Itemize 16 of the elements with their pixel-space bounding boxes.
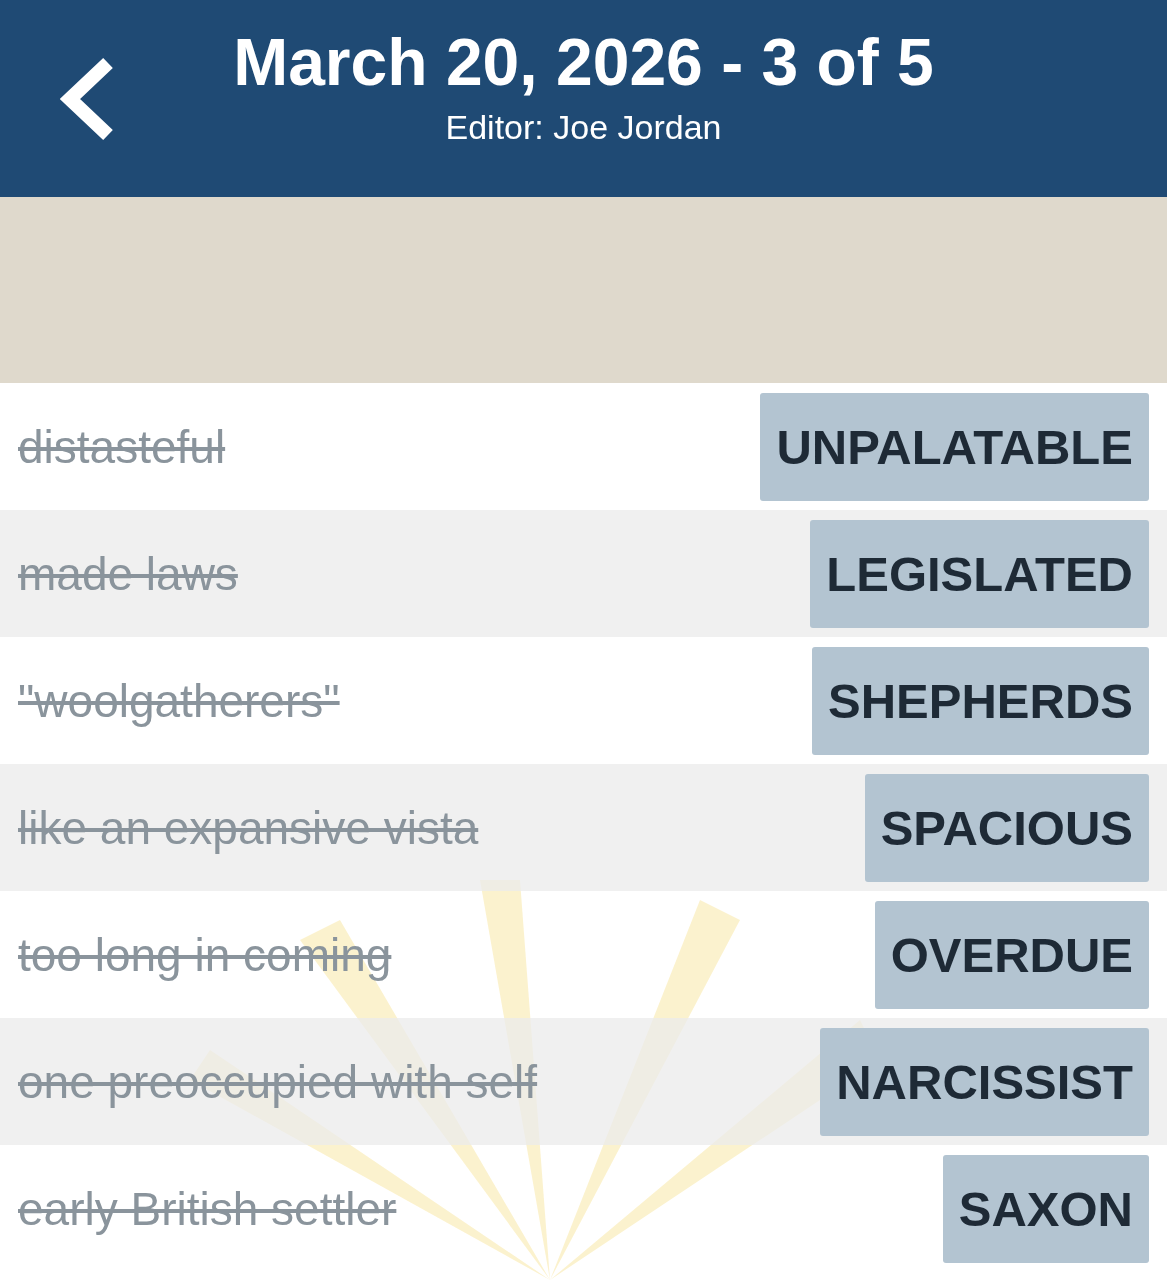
answer-tile: SHEPHERDS <box>812 646 1149 755</box>
editor-name: Editor: Joe Jordan <box>445 108 722 147</box>
clue-text: distasteful <box>18 419 226 474</box>
answer-tile: NARCISSIST <box>820 1027 1149 1136</box>
clue-text: made laws <box>18 546 238 601</box>
clue-text: early British settler <box>18 1181 397 1236</box>
clue-text: one preoccupied with self <box>18 1054 538 1109</box>
puzzle-title: March 20, 2026 - 3 of 5 <box>233 24 934 100</box>
clue-text: like an expansive vista <box>18 800 479 855</box>
answer-tile: SAXON <box>942 1154 1149 1263</box>
answer-tile: OVERDUE <box>874 900 1149 1009</box>
clue-text: "woolgatherers" <box>18 673 340 728</box>
answer-tile: LEGISLATED <box>810 519 1149 628</box>
clue-text: too long in coming <box>18 927 392 982</box>
answer-tile: UNPALATABLE <box>760 392 1149 501</box>
answer-tile: SPACIOUS <box>864 773 1149 882</box>
